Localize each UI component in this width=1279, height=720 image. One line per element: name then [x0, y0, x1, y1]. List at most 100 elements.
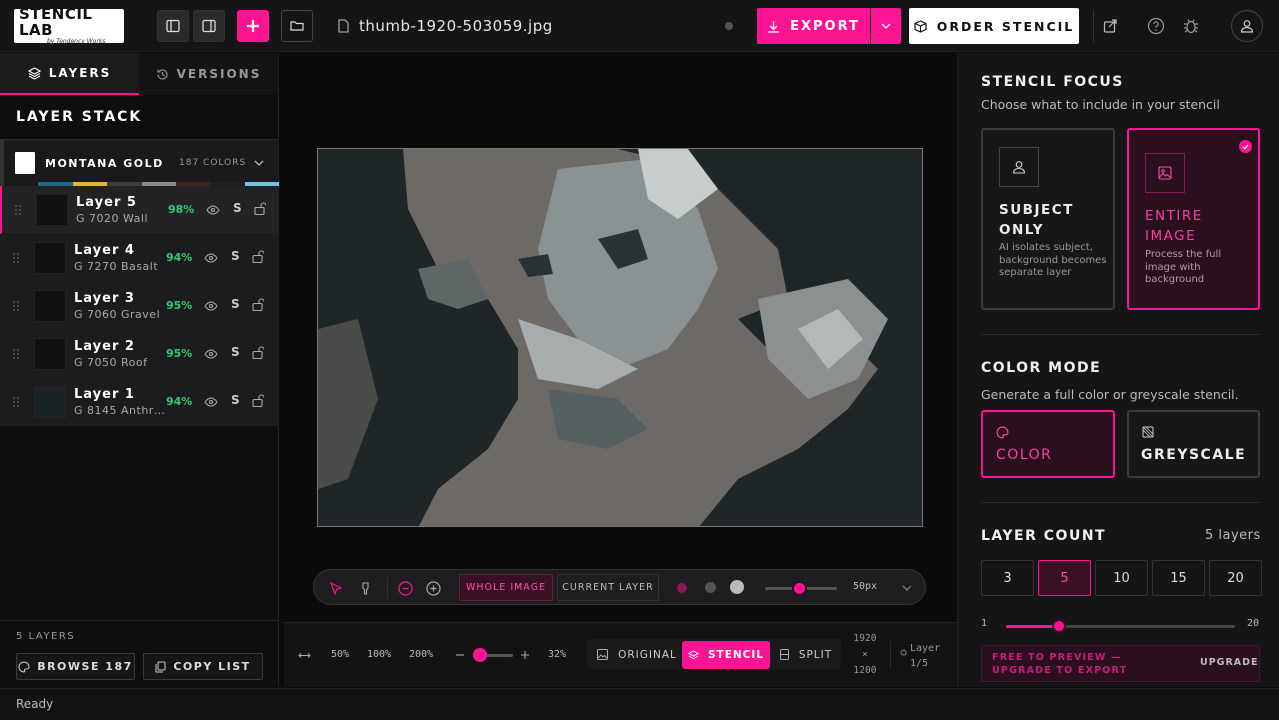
- subtract-mode-button[interactable]: [395, 578, 415, 598]
- zoom-out-button[interactable]: [453, 647, 467, 663]
- eye-icon[interactable]: [206, 205, 220, 215]
- help-button[interactable]: [1140, 10, 1172, 42]
- drag-handle-icon[interactable]: [12, 300, 20, 312]
- app-logo[interactable]: STENCIL LAB by Tendency Works: [14, 6, 124, 45]
- unlock-icon[interactable]: [252, 298, 264, 311]
- subject-only-option[interactable]: SUBJECT ONLY AI isolates subject, backgr…: [981, 128, 1115, 310]
- toggle-left-panel-button[interactable]: [157, 10, 189, 42]
- brush-size-value: 50px: [853, 581, 878, 592]
- entire-image-option[interactable]: ENTIRE IMAGE Process the full image with…: [1127, 128, 1260, 310]
- layers-panel: LAYERS VERSIONS LAYER STACK MONTANA GOLD…: [0, 53, 279, 687]
- tool-bar-expand-button[interactable]: [897, 578, 917, 598]
- upgrade-button[interactable]: UPGRADE: [1200, 657, 1259, 668]
- view-stencil-button[interactable]: STENCIL: [682, 641, 770, 669]
- view-original-button[interactable]: ORIGINAL: [593, 641, 681, 668]
- paint-brand-selector[interactable]: MONTANA GOLD 187 COLORS: [0, 139, 279, 186]
- zoom-50-button[interactable]: 50%: [331, 649, 349, 660]
- eye-icon[interactable]: [204, 349, 218, 359]
- layer-count-slider-thumb[interactable]: [1052, 619, 1066, 633]
- export-label: EXPORT: [790, 18, 860, 34]
- layer-count-option-3[interactable]: 3: [981, 560, 1034, 596]
- copy-list-button[interactable]: COPY LIST: [143, 653, 263, 680]
- whole-image-button[interactable]: WHOLE IMAGE: [459, 574, 553, 601]
- zoom-200-button[interactable]: 200%: [409, 649, 433, 660]
- new-project-button[interactable]: [237, 10, 269, 42]
- zoom-in-button[interactable]: [518, 647, 532, 663]
- brush-size-large[interactable]: [730, 580, 744, 594]
- view-split-button[interactable]: SPLIT: [774, 641, 838, 668]
- tab-layers[interactable]: LAYERS: [0, 53, 139, 95]
- drag-handle-icon[interactable]: [12, 252, 20, 264]
- add-mode-button[interactable]: [423, 578, 443, 598]
- solo-toggle[interactable]: S: [231, 249, 240, 263]
- eye-icon[interactable]: [204, 253, 218, 263]
- report-bug-button[interactable]: [1175, 10, 1207, 42]
- canvas-tool-bar: WHOLE IMAGE CURRENT LAYER 50px: [313, 569, 926, 605]
- export-button[interactable]: EXPORT: [757, 8, 870, 44]
- brush-tool-button[interactable]: [355, 578, 375, 598]
- logo-subtext: by Tendency Works: [47, 38, 106, 45]
- color-mode-color-option[interactable]: COLOR: [981, 410, 1115, 478]
- active-layer-info: Layer 1/5: [910, 641, 940, 671]
- layer-row[interactable]: Layer 2 G 7050 Roof 95% S: [0, 330, 278, 378]
- palette-icon: [18, 660, 30, 673]
- fit-width-button[interactable]: [292, 645, 316, 665]
- solo-toggle[interactable]: S: [231, 393, 240, 407]
- layer-row[interactable]: Layer 5 G 7020 Wall 98% S: [0, 186, 278, 234]
- color-mode-greyscale-option[interactable]: GREYSCALE: [1127, 410, 1260, 478]
- zoom-100-button[interactable]: 100%: [367, 649, 391, 660]
- layer-name: Layer 5: [76, 194, 137, 210]
- toggle-right-panel-button[interactable]: [193, 10, 225, 42]
- color-option-label: COLOR: [996, 447, 1053, 463]
- share-button[interactable]: [1093, 10, 1125, 42]
- select-tool-button[interactable]: [326, 578, 346, 598]
- open-file-button[interactable]: [281, 10, 313, 42]
- layer-count-slider[interactable]: [1006, 619, 1235, 633]
- layer-row[interactable]: Layer 3 G 7060 Gravel 95% S: [0, 282, 278, 330]
- drag-handle-icon[interactable]: [12, 348, 20, 360]
- solo-toggle[interactable]: S: [231, 345, 240, 359]
- view-control-bar: 50% 100% 200% 32% ORIGINAL STENCIL SPLIT…: [284, 622, 957, 687]
- browse-colors-button[interactable]: BROWSE 187: [16, 653, 135, 680]
- solo-toggle[interactable]: S: [231, 297, 240, 311]
- eye-icon[interactable]: [204, 301, 218, 311]
- chevron-down-icon: [254, 160, 264, 166]
- brush-size-slider-thumb[interactable]: [792, 581, 807, 596]
- layer-count-option-5[interactable]: 5: [1038, 560, 1091, 596]
- brush-size-medium[interactable]: [705, 582, 716, 593]
- layer-count-option-15[interactable]: 15: [1152, 560, 1205, 596]
- brush-size-small[interactable]: [677, 583, 687, 593]
- unlock-icon[interactable]: [252, 250, 264, 263]
- solo-toggle[interactable]: S: [233, 201, 242, 215]
- layer-paint-code: G 8145 Anthr…: [74, 403, 166, 417]
- layer-row[interactable]: Layer 4 G 7270 Basalt 94% S: [0, 234, 278, 282]
- layer-count-option-10[interactable]: 10: [1095, 560, 1148, 596]
- zoom-level: 32%: [548, 649, 567, 660]
- layer-count-option-20[interactable]: 20: [1209, 560, 1262, 596]
- zoom-slider-thumb[interactable]: [473, 648, 487, 662]
- drag-handle-icon[interactable]: [14, 204, 22, 216]
- eye-icon[interactable]: [204, 397, 218, 407]
- brush-size-slider[interactable]: [765, 581, 837, 596]
- tab-versions[interactable]: VERSIONS: [139, 53, 278, 95]
- color-mode-subtitle: Generate a full color or greyscale stenc…: [981, 387, 1239, 402]
- drag-handle-icon[interactable]: [12, 396, 20, 408]
- stencil-preview-image[interactable]: [317, 148, 923, 527]
- current-layer-button[interactable]: CURRENT LAYER: [557, 574, 659, 601]
- layer-row[interactable]: Layer 1 G 8145 Anthr… 94% S: [0, 378, 278, 426]
- layer-count-label: 5 LAYERS: [16, 631, 76, 642]
- account-button[interactable]: [1231, 10, 1263, 42]
- layer-slider-min: 1: [981, 618, 988, 629]
- layer-match-percent: 98%: [168, 203, 195, 216]
- export-options-button[interactable]: [871, 8, 901, 44]
- order-stencil-button[interactable]: ORDER STENCIL: [909, 8, 1079, 44]
- unlock-icon[interactable]: [252, 346, 264, 359]
- color-mode-section: COLOR MODE Generate a full color or grey…: [981, 360, 1239, 402]
- zoom-slider[interactable]: [473, 648, 513, 662]
- entire-image-title: ENTIRE IMAGE: [1145, 208, 1203, 244]
- download-icon: [768, 20, 780, 33]
- dimension-separator: ×: [862, 649, 868, 660]
- current-layer-label: CURRENT LAYER: [562, 582, 654, 593]
- unlock-icon[interactable]: [252, 394, 264, 407]
- unlock-icon[interactable]: [254, 202, 266, 215]
